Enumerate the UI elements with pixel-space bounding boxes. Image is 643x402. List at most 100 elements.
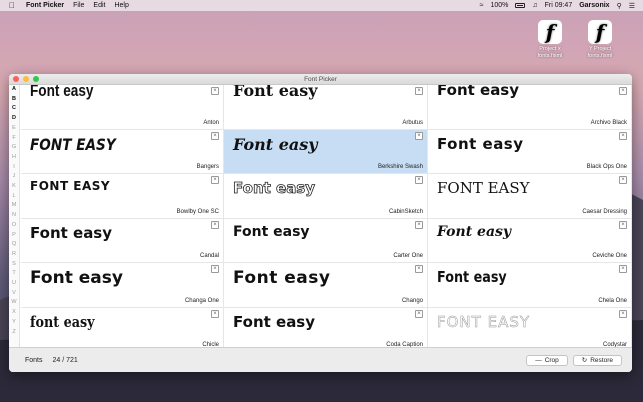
menu-app-name[interactable]: Font Picker	[26, 2, 64, 9]
restore-button[interactable]: ↻ Restore	[572, 354, 622, 366]
alphabet-letter[interactable]: Y	[12, 318, 16, 328]
remove-font-icon[interactable]: ×	[619, 265, 627, 273]
font-sample: FONT EASY	[30, 134, 116, 154]
remove-font-icon[interactable]: ×	[619, 176, 627, 184]
window-zoom-button[interactable]	[33, 76, 39, 82]
font-name-label: Berkshire Swash	[377, 164, 423, 170]
font-cell[interactable]: Font easy × Changa One	[21, 263, 224, 308]
crop-button[interactable]: — Crop	[526, 354, 568, 366]
alphabet-letter[interactable]: G	[12, 143, 16, 153]
font-cell[interactable]: Font easy × Candal	[21, 218, 224, 263]
alphabet-letter[interactable]: L	[12, 192, 15, 202]
font-cell[interactable]: Font easy × Anton	[21, 85, 224, 130]
alphabet-letter[interactable]: H	[12, 153, 16, 163]
desktop-file-project-x[interactable]: f Project x fonts.fixml	[528, 20, 572, 59]
alphabet-letter[interactable]: A	[12, 85, 16, 95]
search-icon[interactable]: ⚲	[617, 2, 622, 10]
font-cell[interactable]: font easy × Chicle	[21, 307, 224, 347]
alphabet-letter[interactable]: Z	[12, 328, 15, 338]
notification-list-icon[interactable]: ☰	[629, 2, 635, 10]
remove-font-icon[interactable]: ×	[619, 220, 627, 229]
remove-font-icon[interactable]: ×	[211, 176, 219, 184]
desktop-file-ext: fonts.fixml	[537, 52, 563, 59]
font-sample: font easy	[30, 312, 95, 331]
font-cell[interactable]: FONT EASY × Bangers	[21, 129, 224, 174]
font-sample: Font easy	[233, 179, 316, 198]
font-cell[interactable]: Font easy × Ceviche One	[428, 218, 632, 263]
volume-icon[interactable]: ♫	[532, 2, 537, 9]
font-cell[interactable]: Font easy × CabinSketch	[224, 174, 428, 219]
remove-font-icon[interactable]: ×	[619, 87, 627, 95]
menu-help[interactable]: Help	[114, 2, 128, 9]
font-cell[interactable]: Font easy × Carter One	[224, 218, 428, 263]
font-name-label: Black Ops One	[586, 164, 627, 170]
menu-file[interactable]: File	[73, 2, 84, 9]
remove-font-icon[interactable]: ×	[211, 87, 219, 95]
alphabet-letter[interactable]: K	[12, 182, 16, 192]
remove-font-icon[interactable]: ×	[415, 220, 423, 229]
font-cell[interactable]: FONT EASY × Codystar	[428, 307, 632, 347]
battery-percent: 100%	[490, 2, 509, 9]
font-cell[interactable]: FONT EASY × Bowlby One SC	[21, 174, 224, 219]
alphabet-letter[interactable]: B	[12, 95, 16, 105]
remove-font-icon[interactable]: ×	[415, 87, 423, 95]
remove-font-icon[interactable]: ×	[619, 131, 627, 140]
font-cell[interactable]: Font easy × Coda Caption	[224, 307, 428, 347]
font-grid: Font easy × Anton Font easy × Arbutus Font eas…	[21, 85, 632, 347]
alphabet-letter[interactable]: J	[13, 172, 16, 182]
alphabet-letter[interactable]: T	[12, 269, 15, 279]
battery-icon[interactable]	[515, 3, 526, 8]
clock[interactable]: Fri 09:47	[545, 2, 573, 9]
alphabet-letter[interactable]: O	[12, 221, 16, 231]
remove-font-icon[interactable]: ×	[415, 131, 423, 140]
font-sample: FONT EASY	[30, 179, 111, 193]
font-cell[interactable]: Font easy × Black Ops One	[428, 129, 632, 174]
wifi-icon[interactable]: ≈	[480, 2, 484, 9]
menu-edit[interactable]: Edit	[93, 2, 105, 9]
alphabet-letter[interactable]: P	[12, 231, 16, 241]
alphabet-letter[interactable]: C	[12, 104, 16, 114]
alphabet-letter[interactable]: M	[12, 201, 17, 211]
window-minimize-button[interactable]	[23, 76, 29, 82]
alphabet-letter[interactable]: D	[12, 114, 16, 124]
alphabet-letter[interactable]: I	[13, 163, 15, 173]
alphabet-letter[interactable]: Q	[12, 240, 16, 250]
remove-font-icon[interactable]: ×	[619, 309, 627, 318]
font-cell[interactable]: Font easy × Archivo Black	[428, 85, 632, 130]
remove-font-icon[interactable]: ×	[211, 309, 219, 318]
alphabet-letter[interactable]: S	[12, 260, 16, 270]
font-cell[interactable]: Font easy × Chango	[224, 263, 428, 308]
font-sample: Font easy	[30, 85, 94, 100]
alphabet-letter[interactable]: U	[12, 279, 16, 289]
alphabet-letter[interactable]: E	[12, 124, 16, 134]
font-cell[interactable]: FONT EASY × Caesar Dressing	[428, 174, 632, 219]
remove-font-icon[interactable]: ×	[415, 309, 423, 318]
remove-font-icon[interactable]: ×	[211, 220, 219, 229]
font-cell[interactable]: Font easy × Arbutus	[224, 85, 428, 130]
font-cell[interactable]: Font easy × Chela One	[428, 263, 632, 308]
window-close-button[interactable]	[13, 76, 19, 82]
user-name[interactable]: Garsonix	[579, 2, 609, 9]
remove-font-icon[interactable]: ×	[211, 131, 219, 140]
font-name-label: Arbutus	[402, 119, 423, 126]
alphabet-letter[interactable]: V	[12, 289, 16, 299]
alphabet-letter[interactable]: W	[11, 298, 16, 308]
alphabet-letter[interactable]: N	[12, 211, 16, 221]
font-cell[interactable]: Font easy × Berkshire Swash	[224, 129, 428, 174]
window-titlebar[interactable]: Font Picker	[9, 74, 632, 85]
desktop-file-y-project[interactable]: f Y Project fonts.fixml	[578, 20, 622, 59]
alphabet-letter[interactable]: F	[12, 134, 15, 144]
remove-font-icon[interactable]: ×	[211, 265, 219, 273]
font-sample: Font easy	[437, 85, 520, 99]
remove-font-icon[interactable]: ×	[415, 265, 423, 273]
alphabet-index: ABCDEFGHIJKLMNOPQRSTUVWXYZ	[9, 85, 20, 347]
font-name-label: Anton	[203, 119, 219, 126]
window-title: Font Picker	[304, 75, 337, 83]
font-document-icon: f	[538, 20, 562, 44]
apple-menu-icon[interactable]: 	[6, 1, 18, 10]
font-sample: Font easy	[437, 223, 512, 240]
remove-font-icon[interactable]: ×	[415, 176, 423, 184]
alphabet-letter[interactable]: R	[12, 250, 16, 260]
alphabet-letter[interactable]: X	[12, 308, 16, 318]
font-name-label: Chela One	[598, 297, 627, 304]
